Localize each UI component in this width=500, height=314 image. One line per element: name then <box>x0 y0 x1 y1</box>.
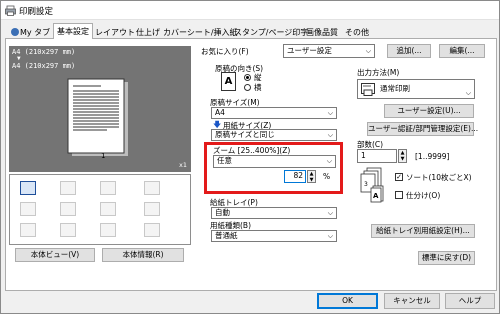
tab-basic[interactable]: 基本設定 <box>53 23 93 40</box>
preview-paper-size: A4 (210x297 mm) <box>12 62 76 70</box>
print-settings-window: 印刷設定 My タブ 基本設定 レイアウト 仕上げ カバーシート/挿入紙 スタン… <box>0 0 500 314</box>
booklet-icon[interactable] <box>144 202 160 216</box>
copies-range: [1..9999] <box>415 152 450 161</box>
favorites-value: ユーザー設定 <box>287 46 332 55</box>
chevron-down-icon: ⌵ <box>365 47 371 55</box>
tray-select[interactable]: 自動 ⌵ <box>211 207 337 219</box>
favorites-label: お気に入り(F) <box>201 47 249 56</box>
preview-zoom-indicator: x1 <box>179 161 187 169</box>
fold-icon[interactable] <box>144 181 160 195</box>
tray1-icon[interactable] <box>20 202 36 216</box>
cancel-button[interactable]: キャンセル <box>384 293 440 309</box>
tab-label: 基本設定 <box>57 27 89 36</box>
punch-icon[interactable] <box>60 181 76 195</box>
favorites-select[interactable]: ユーザー設定 ⌵ <box>283 44 375 58</box>
bypass-tray-icon[interactable] <box>20 223 36 237</box>
document-a-icon[interactable] <box>100 202 116 216</box>
paper-size-select[interactable]: 原稿サイズと同じ ⌵ <box>211 129 337 141</box>
preview-page-number: 1 <box>101 152 106 160</box>
separate-doc-icon: A <box>370 185 384 203</box>
svg-text:A: A <box>373 192 379 200</box>
tab-label: カバーシート/挿入紙 <box>163 28 238 37</box>
tab-label: 画像品質 <box>306 28 338 37</box>
print-job-icon <box>361 83 375 96</box>
chevron-down-icon: ⌵ <box>327 131 333 139</box>
tray2-icon[interactable] <box>60 202 76 216</box>
paper-type-value: 普通紙 <box>215 231 238 240</box>
device-options-panel <box>9 174 191 245</box>
output-tray-icon[interactable] <box>20 181 36 195</box>
original-size-select[interactable]: A4 ⌵ <box>211 107 337 119</box>
sort-checkbox[interactable]: ✓ <box>395 173 403 181</box>
output-method-select[interactable]: 通常印刷 ⌵ <box>357 79 475 99</box>
separate-label: 仕分け(O) <box>406 191 441 200</box>
copies-spinner[interactable]: ▲ ▼ <box>398 149 407 163</box>
chevron-down-icon: ⌵ <box>327 232 333 240</box>
tab-label: 仕上げ <box>136 28 160 37</box>
preview-original-size: A4 (210x297 mm) <box>12 48 76 56</box>
landscape-radio[interactable] <box>244 84 251 91</box>
portrait-document-icon: A <box>221 72 236 91</box>
separate-checkbox[interactable] <box>395 191 403 199</box>
portrait-radio[interactable] <box>244 74 251 81</box>
window-title: 印刷設定 <box>19 7 54 17</box>
down-arrow-icon: ▼ <box>17 55 21 62</box>
tab-image-quality[interactable]: 画像品質 <box>302 25 342 39</box>
help-button[interactable]: ヘルプ <box>445 293 495 309</box>
staple-icon[interactable] <box>100 181 116 195</box>
tray-value: 自動 <box>215 208 230 217</box>
device-info-button[interactable]: 本体情報(R) <box>102 248 184 262</box>
copies-value: 1 <box>361 151 366 160</box>
tab-label: スタンプ/ページ印字 <box>234 28 309 37</box>
page-preview-icon <box>67 78 128 156</box>
tab-strip: My タブ 基本設定 レイアウト 仕上げ カバーシート/挿入紙 スタンプ/ページ… <box>5 23 497 40</box>
tab-label: My タブ <box>20 28 51 37</box>
device-view-button[interactable]: 本体ビュー(V) <box>15 248 95 262</box>
tab-stamp[interactable]: スタンプ/ページ印字 <box>230 25 312 39</box>
user-icon <box>11 28 19 36</box>
tray-paper-settings-button[interactable]: 給紙トレイ別用紙設定(H)... <box>371 224 475 238</box>
restore-default-button[interactable]: 標準に戻す(D) <box>418 251 475 265</box>
printer-icon <box>5 5 16 16</box>
highlight-box <box>204 142 343 194</box>
chevron-down-icon: ⌵ <box>465 89 471 97</box>
tab-other[interactable]: その他 <box>341 25 373 39</box>
landscape-label: 横 <box>254 83 262 92</box>
add-favorite-button[interactable]: 追加(... <box>387 44 431 58</box>
paper-size-value: 原稿サイズと同じ <box>215 130 275 139</box>
svg-text:3: 3 <box>364 181 368 188</box>
chevron-down-icon: ⌵ <box>327 209 333 217</box>
output-method-value: 通常印刷 <box>380 84 410 93</box>
title-bar: 印刷設定 <box>1 1 499 20</box>
large-capacity-icon[interactable] <box>144 223 160 237</box>
paper-type-select[interactable]: 普通紙 ⌵ <box>211 230 337 242</box>
edit-favorite-button[interactable]: 編集(... <box>439 44 485 58</box>
tab-label: その他 <box>345 28 369 37</box>
preview-area: A4 (210x297 mm) ▼ A4 (210x297 mm) 1 x1 <box>9 46 191 172</box>
output-method-label: 出力方法(M) <box>357 68 400 77</box>
cover-icon[interactable] <box>100 223 116 237</box>
tab-my-tab[interactable]: My タブ <box>7 25 54 39</box>
chevron-down-icon: ⌵ <box>327 109 333 117</box>
sort-label: ソート(10枚ごとX) <box>406 173 472 182</box>
finisher-icon[interactable] <box>60 223 76 237</box>
original-size-value: A4 <box>215 108 225 117</box>
tab-label: レイアウト <box>95 28 135 37</box>
ok-button[interactable]: OK <box>317 293 378 309</box>
user-settings-button[interactable]: ユーザー設定(U)... <box>384 104 474 118</box>
user-auth-settings-button[interactable]: ユーザー認証/部門管理設定(E)... <box>367 122 478 136</box>
copies-input[interactable]: 1 <box>357 149 397 163</box>
